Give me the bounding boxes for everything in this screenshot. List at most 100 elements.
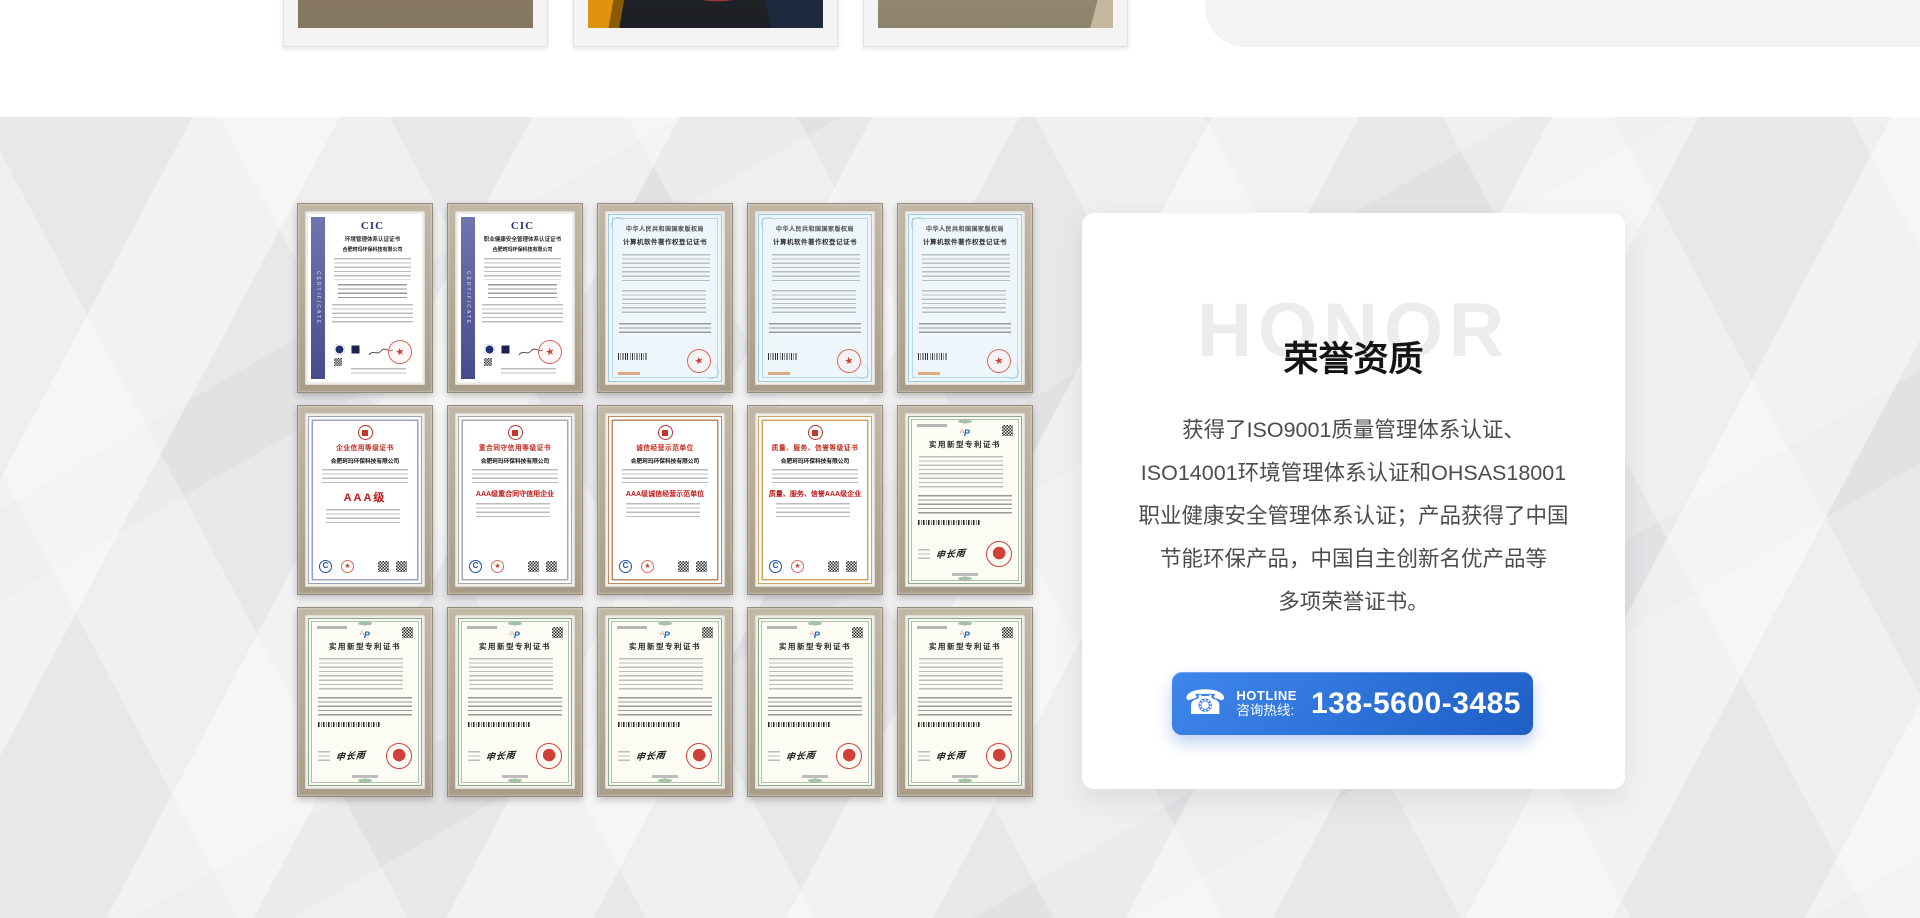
barcode bbox=[918, 353, 948, 360]
national-emblem-seal bbox=[984, 741, 1013, 770]
hotline-label-zh: 咨询热线: bbox=[1236, 703, 1297, 719]
certificate-title: 实用新型专利证书 bbox=[917, 641, 1013, 652]
cert-text-lines bbox=[622, 290, 706, 316]
barcode bbox=[918, 520, 980, 525]
gallery-card-3[interactable] bbox=[863, 0, 1128, 47]
qr-code bbox=[696, 561, 707, 572]
certificate-title: 实用新型专利证书 bbox=[467, 641, 563, 652]
national-emblem-seal bbox=[834, 741, 863, 770]
red-star-seal: ★ bbox=[341, 560, 354, 573]
certificate-title: 重合同守信用等级证书 bbox=[468, 443, 561, 453]
cic-logo: CIC bbox=[328, 220, 417, 232]
cert-text-lines bbox=[468, 751, 480, 763]
honor-description-line: 节能环保产品，中国自主创新名优产品等 bbox=[1108, 538, 1599, 581]
certificate-side-band: CERTIFICATE bbox=[461, 217, 475, 379]
honor-section: CERTIFICATE CIC 环境管理体系认证证书 合肥珂玛环保科技有限公司 … bbox=[0, 117, 1920, 918]
cert-text-lines bbox=[776, 503, 850, 517]
commissioner-signature: 申长雨 bbox=[935, 546, 966, 561]
qr-code bbox=[1002, 425, 1013, 436]
certificate-number bbox=[467, 626, 497, 629]
barcode bbox=[468, 722, 530, 727]
construction-photo-excavation bbox=[298, 0, 533, 28]
certificate-grade: 质量、服务、信誉AAA级企业 bbox=[766, 489, 864, 499]
cert-text-lines bbox=[918, 751, 930, 763]
hotline-label-en: HOTLINE bbox=[1236, 688, 1297, 704]
red-star-seal: ★ bbox=[536, 338, 564, 366]
qr-code bbox=[484, 358, 492, 366]
hotline-button[interactable]: ☎ HOTLINE 咨询热线: 138-5600-3485 bbox=[1172, 672, 1533, 735]
certificate-number bbox=[768, 372, 790, 375]
cert-text-lines bbox=[768, 697, 862, 717]
certificate-title: 质量、服务、信誉等级证书 bbox=[768, 443, 861, 453]
cert-text-lines bbox=[769, 323, 861, 336]
cert-text-lines bbox=[919, 456, 1003, 490]
cert-text-lines bbox=[318, 697, 412, 717]
gallery-card-1[interactable] bbox=[283, 0, 548, 47]
red-star-seal: ★ bbox=[685, 347, 713, 375]
barcode bbox=[768, 353, 798, 360]
certificate-quality-service-reputation[interactable]: 质量、服务、信誉等级证书 合肥珂玛环保科技有限公司 质量、服务、信誉AAA级企业… bbox=[747, 405, 883, 595]
cert-text-lines bbox=[332, 304, 413, 324]
certificate-software-copyright-3[interactable]: 中华人民共和国国家版权局 计算机软件著作权登记证书 ★ bbox=[897, 203, 1033, 393]
certificate-number bbox=[917, 626, 947, 629]
qr-code bbox=[702, 627, 713, 638]
certificate-side-band: CERTIFICATE bbox=[311, 217, 325, 379]
cert-text-lines bbox=[618, 697, 712, 717]
cert-text-lines bbox=[919, 323, 1011, 336]
certificate-company: 合肥珂玛环保科技有限公司 bbox=[618, 456, 711, 465]
cert-text-lines bbox=[952, 573, 979, 576]
cert-text-lines bbox=[334, 258, 411, 280]
red-emblem bbox=[358, 425, 373, 440]
section-title: 荣誉资质 bbox=[1082, 331, 1625, 382]
cert-text-lines bbox=[318, 751, 330, 763]
certificate-cic-environment[interactable]: CERTIFICATE CIC 环境管理体系认证证书 合肥珂玛环保科技有限公司 … bbox=[297, 203, 433, 393]
certificate-utility-patent-3[interactable]: ∴P 实用新型专利证书 申长雨 bbox=[447, 607, 583, 797]
certification-mark-logo bbox=[500, 344, 511, 355]
qr-code bbox=[402, 627, 413, 638]
certificate-utility-patent-4[interactable]: ∴P 实用新型专利证书 申长雨 bbox=[597, 607, 733, 797]
barcode bbox=[618, 353, 648, 360]
certificate-utility-patent-1[interactable]: ∴P 实用新型专利证书 申长雨 bbox=[897, 405, 1033, 595]
certificate-enterprise-credit[interactable]: 企业信用等级证书 合肥珂玛环保科技有限公司 AAA级 C ★ bbox=[297, 405, 433, 595]
qr-code bbox=[1002, 627, 1013, 638]
qr-code bbox=[528, 561, 539, 572]
cert-text-lines bbox=[488, 284, 557, 300]
certificate-authority: 中华人民共和国国家版权局 bbox=[916, 224, 1014, 233]
cert-text-lines bbox=[469, 658, 553, 692]
certificate-utility-patent-2[interactable]: ∴P 实用新型专利证书 申长雨 bbox=[297, 607, 433, 797]
commissioner-signature: 申长雨 bbox=[635, 748, 666, 763]
certificate-authority: 中华人民共和国国家版权局 bbox=[766, 224, 864, 233]
credit-logo: C bbox=[319, 560, 332, 573]
cert-text-lines bbox=[619, 658, 703, 692]
red-star-seal: ★ bbox=[835, 347, 863, 375]
cert-text-lines bbox=[772, 469, 858, 486]
cic-round-logo bbox=[334, 344, 345, 355]
certificate-utility-patent-5[interactable]: ∴P 实用新型专利证书 申长雨 bbox=[747, 607, 883, 797]
previous-section-panel bbox=[1205, 0, 1920, 47]
hotline-number: 138-5600-3485 bbox=[1311, 687, 1521, 721]
cert-text-lines bbox=[618, 751, 630, 763]
cert-text-lines bbox=[918, 697, 1012, 717]
cert-text-lines bbox=[919, 658, 1003, 692]
gallery-card-2[interactable] bbox=[573, 0, 838, 47]
national-emblem-seal bbox=[984, 539, 1013, 568]
certification-mark-logo bbox=[350, 344, 361, 355]
certificate-title: 实用新型专利证书 bbox=[767, 641, 863, 652]
cert-text-lines bbox=[351, 368, 406, 376]
cert-text-lines bbox=[326, 509, 400, 523]
certificate-cic-occupational-health[interactable]: CERTIFICATE CIC 职业健康安全管理体系认证证书 合肥珂玛环保科技有… bbox=[447, 203, 583, 393]
commissioner-signature: 申长雨 bbox=[335, 748, 366, 763]
certificate-software-copyright-2[interactable]: 中华人民共和国国家版权局 计算机软件著作权登记证书 ★ bbox=[747, 203, 883, 393]
certificate-company: 合肥珂玛环保科技有限公司 bbox=[478, 246, 567, 253]
certificate-integrity-model-unit[interactable]: 诚信经营示范单位 合肥珂玛环保科技有限公司 AAA级诚信经营示范单位 C ★ bbox=[597, 405, 733, 595]
certificate-company: 合肥珂玛环保科技有限公司 bbox=[768, 456, 861, 465]
qr-code bbox=[546, 561, 557, 572]
certificate-grade: AAA级重合同守信用企业 bbox=[466, 489, 564, 499]
certificate-contract-trustworthy[interactable]: 重合同守信用等级证书 合肥珂玛环保科技有限公司 AAA级重合同守信用企业 C ★ bbox=[447, 405, 583, 595]
red-star-seal: ★ bbox=[491, 560, 504, 573]
cert-text-lines bbox=[484, 258, 561, 280]
certificate-company: 合肥珂玛环保科技有限公司 bbox=[328, 246, 417, 253]
barcode bbox=[768, 722, 830, 727]
certificate-utility-patent-6[interactable]: ∴P 实用新型专利证书 申长雨 bbox=[897, 607, 1033, 797]
certificate-software-copyright-1[interactable]: 中华人民共和国国家版权局 计算机软件著作权登记证书 ★ bbox=[597, 203, 733, 393]
